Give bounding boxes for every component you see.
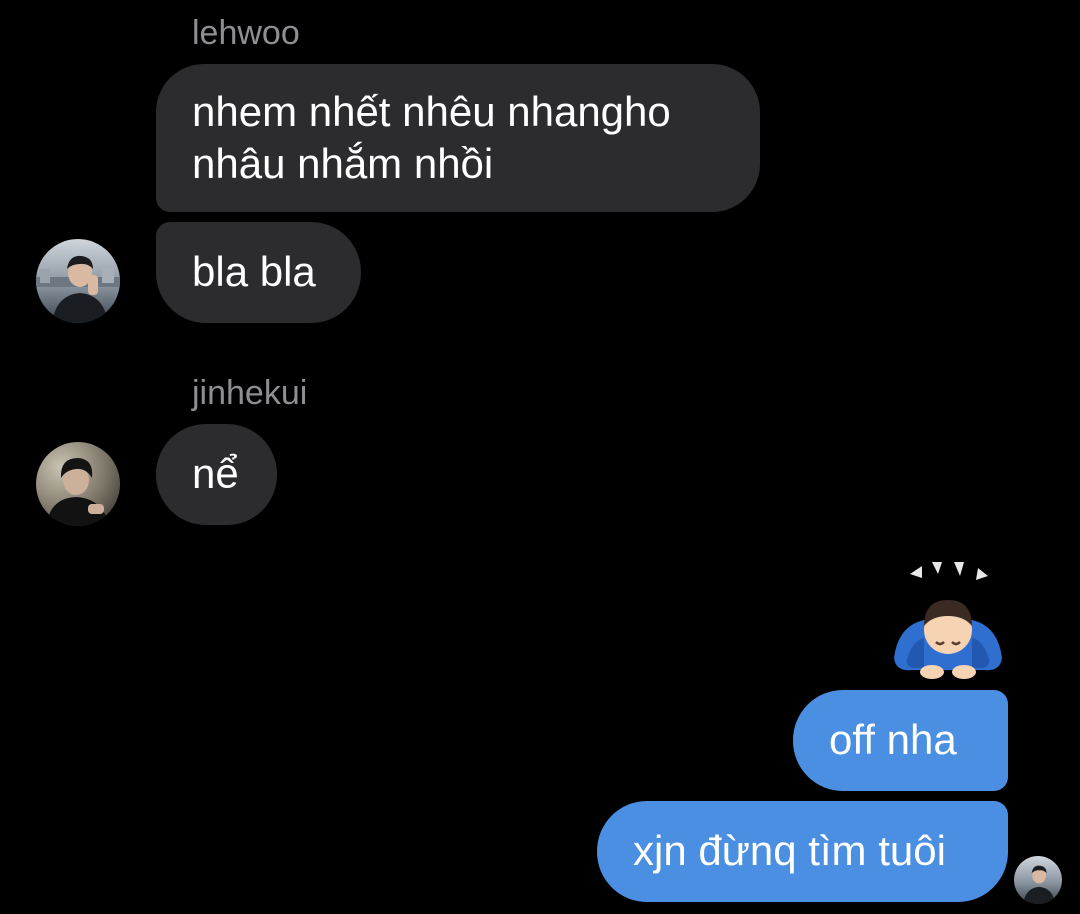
message-bubble[interactable]: nhem nhết nhêu nhangho nhâu nhắm nhồi (156, 64, 760, 212)
message-bubble[interactable]: nể (156, 424, 277, 525)
message-bubble-outgoing[interactable]: off nha (793, 690, 1008, 791)
message-text: bla bla (192, 248, 316, 295)
message-bubble[interactable]: bla bla (156, 222, 361, 323)
sender-name-lehwoo: lehwoo (192, 14, 300, 52)
seen-avatar-icon (1014, 856, 1062, 904)
message-text: off nha (829, 716, 957, 763)
message-bubble-outgoing[interactable]: xjn đừnq tìm tuôi (597, 801, 1008, 902)
message-text-line: nhem nhết nhêu nhangho (192, 88, 671, 135)
avatar-lehwoo-icon[interactable] (36, 239, 120, 323)
message-text: nể (192, 450, 239, 497)
sender-name-jinhekui: jinhekui (192, 374, 308, 412)
message-text: xjn đừnq tìm tuôi (633, 827, 946, 874)
message-text-line: nhâu nhắm nhồi (192, 140, 494, 187)
person-bowing-icon[interactable] (888, 560, 1008, 684)
avatar-jinhekui-icon[interactable] (36, 442, 120, 526)
